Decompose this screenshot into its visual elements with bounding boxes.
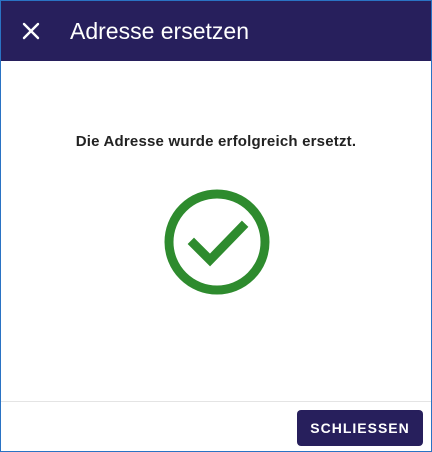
close-icon	[22, 22, 40, 40]
dialog-title: Adresse ersetzen	[70, 18, 249, 44]
dialog-header: Adresse ersetzen	[1, 1, 431, 61]
check-circle-icon	[164, 189, 270, 295]
footer-divider	[1, 401, 431, 402]
close-dialog-button[interactable]: SCHLIESSEN	[297, 410, 423, 446]
close-button[interactable]	[13, 13, 49, 49]
success-message: Die Adresse wurde erfolgreich ersetzt.	[75, 133, 357, 150]
replace-address-dialog: Adresse ersetzen Die Adresse wurde erfol…	[0, 0, 432, 452]
